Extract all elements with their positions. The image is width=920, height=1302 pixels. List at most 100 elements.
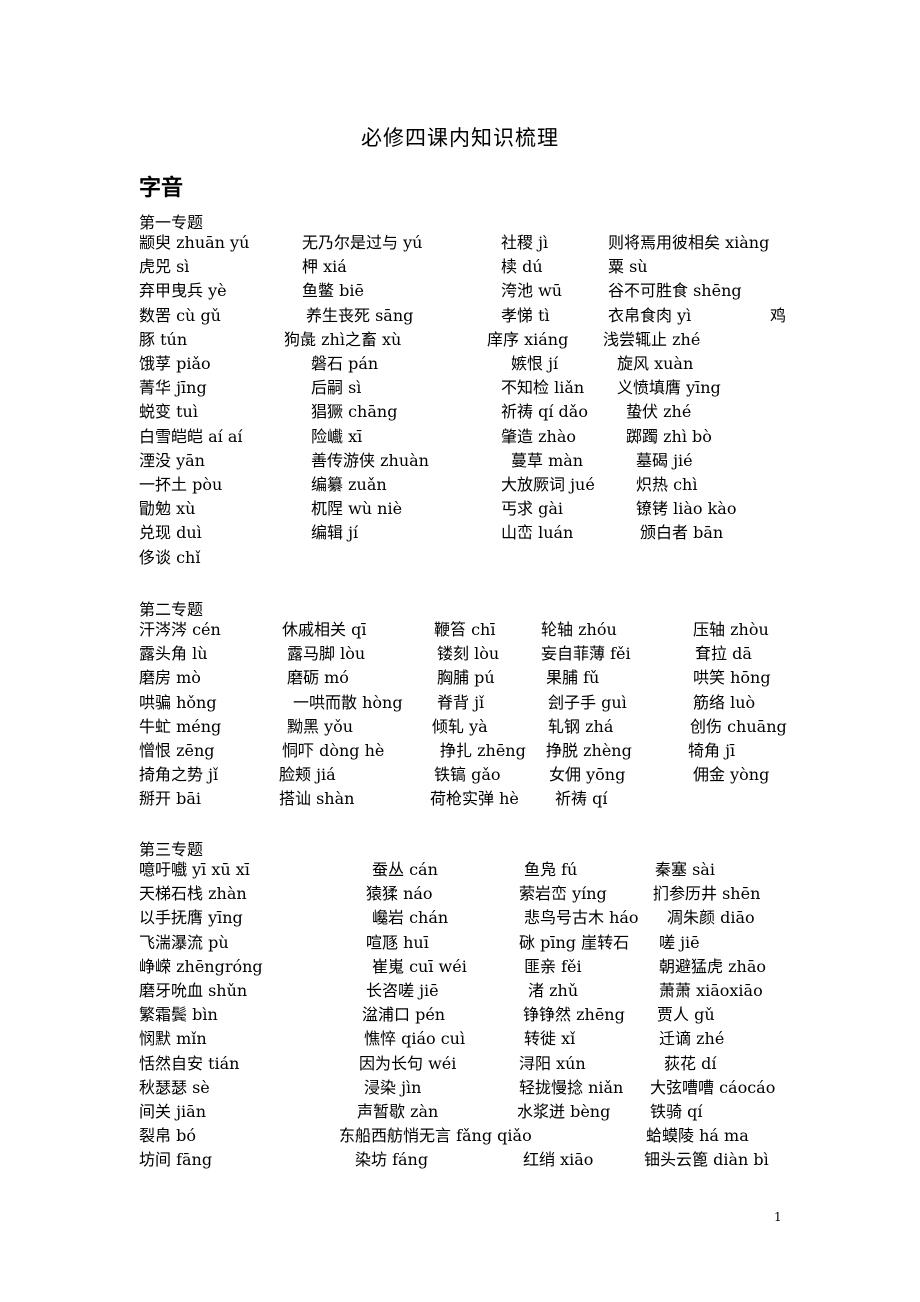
pronunciation-entry: 炽热 chì	[636, 475, 698, 494]
pronunciation-entry: 侈谈 chǐ	[139, 547, 201, 567]
topic-title: 第一专题	[139, 213, 204, 232]
pronunciation-entry: 声暂歇 zàn	[357, 1102, 439, 1121]
vocab-row: 蜕变 tuì 猖獗 chāng 祈祷 qí dǎo 蛰伏 zhé	[0, 400, 920, 424]
vocab-row: 汗涔涔 cén 休戚相关 qī 鞭笞 chī 轮轴 zhóu 压轴 zhòu	[0, 618, 920, 642]
vocab-row: 颛臾 zhuān yú 无乃尔是过与 yú 社稷 jì 则将焉用彼相矣 xiàng	[0, 231, 920, 255]
pronunciation-entry: 一抔土 pòu	[139, 475, 223, 494]
pronunciation-entry: 祈祷 qí dǎo	[501, 402, 588, 422]
pronunciation-entry: 浔阳 xún	[519, 1053, 586, 1073]
pronunciation-entry: 荷枪实弹 hè	[430, 789, 519, 809]
pronunciation-entry: 间关 jiān	[139, 1102, 207, 1121]
vocab-row: 飞湍瀑流 pù 喧豗 huī 砯 pīng 崖转石 嗟 jiē	[0, 931, 920, 955]
vocab-row: 掎角之势 jǐ 脸颊 jiá 铁镐 gǎo 女佣 yōng 佣金 yòng	[0, 763, 920, 787]
pronunciation-entry: 铁镐 gǎo	[434, 765, 501, 785]
pronunciation-entry: 椟 dú	[501, 257, 543, 277]
pronunciation-entry: 粟 sù	[608, 257, 648, 277]
pronunciation-entry: 悯默 mǐn	[139, 1029, 207, 1049]
pronunciation-entry: 迁谪 zhé	[659, 1029, 725, 1049]
vocab-row: 弃甲曳兵 yè 鱼鳖 biē 洿池 wū 谷不可胜食 shēng	[0, 279, 920, 303]
page-number: 1	[774, 1210, 782, 1224]
pronunciation-entry: 轻拢慢捻 niǎn	[519, 1077, 624, 1097]
pronunciation-entry: 耷拉 dā	[695, 644, 752, 664]
pronunciation-entry: 转徙 xǐ	[524, 1029, 576, 1049]
pronunciation-entry: 柙 xiá	[302, 257, 347, 277]
pronunciation-entry: 轮轴 zhóu	[541, 620, 617, 639]
vocab-row: 湮没 yān 善传游侠 zhuàn 蔓草 màn 墓碣 jié	[0, 449, 920, 473]
vocab-row: 掰开 bāi 搭讪 shàn 荷枪实弹 hè 祈祷 qí	[0, 787, 920, 811]
pronunciation-entry: 鱼凫 fú	[524, 860, 578, 879]
pronunciation-entry: 肇造 zhào	[501, 426, 576, 446]
pronunciation-entry: 旋风 xuàn	[617, 354, 694, 373]
topic-title: 第三专题	[139, 840, 204, 859]
pronunciation-entry: 牛虻 méng	[139, 716, 222, 736]
vocab-row: 以手抚膺 yīng 巉岩 chán 悲鸟号古木 háo 凋朱颜 diāo	[0, 906, 920, 930]
pronunciation-entry: 因为长句 wéi	[359, 1053, 457, 1073]
pronunciation-entry: 善传游侠 zhuàn	[311, 450, 429, 470]
vocab-row: 牛虻 méng 黝黑 yǒu 倾轧 yà 轧钢 zhá 创伤 chuāng	[0, 715, 920, 739]
pronunciation-entry: 凋朱颜 diāo	[667, 908, 755, 928]
pronunciation-entry: 湓浦口 pén	[362, 1005, 446, 1025]
pronunciation-entry: 猖獗 chāng	[311, 402, 398, 422]
pronunciation-entry: 犄角 jī	[688, 741, 736, 760]
pronunciation-entry: 鱼鳖 biē	[302, 281, 364, 301]
pronunciation-entry: 贾人 gǔ	[657, 1005, 715, 1025]
pronunciation-entry: 搭讪 shàn	[279, 789, 355, 809]
pronunciation-entry: 磨牙吮血 shǔn	[139, 981, 248, 1000]
pronunciation-entry: 掰开 bāi	[139, 789, 201, 809]
pronunciation-entry: 裂帛 bó	[139, 1126, 196, 1146]
vocab-row: 磨牙吮血 shǔn 长咨嗟 jiē 渚 zhǔ 萧萧 xiāoxiāo	[0, 979, 920, 1003]
pronunciation-entry: 汗涔涔 cén	[139, 620, 221, 639]
pronunciation-entry: 嗟 jiē	[659, 932, 700, 952]
pronunciation-entry: 义愤填膺 yīng	[617, 378, 721, 398]
pronunciation-entry: 镣铐 liào kào	[636, 499, 737, 519]
pronunciation-entry: 掎角之势 jǐ	[139, 765, 219, 785]
pronunciation-entry: 钿头云篦 diàn bì	[644, 1150, 769, 1170]
pronunciation-entry: 蜕变 tuì	[139, 402, 198, 422]
pronunciation-entry: 坊间 fāng	[139, 1150, 213, 1170]
pronunciation-entry: 谷不可胜食 shēng	[608, 281, 742, 301]
vocab-row: 裂帛 bó 东船西舫悄无言 fǎng qiǎo 蛤蟆陵 há ma	[0, 1124, 920, 1148]
pronunciation-entry: 匪亲 fěi	[524, 956, 582, 976]
pronunciation-entry: 磨房 mò	[139, 668, 201, 688]
pronunciation-entry: 憔悴 qiáo cuì	[364, 1029, 466, 1049]
pronunciation-entry: 砯 pīng 崖转石	[519, 932, 630, 952]
pronunciation-entry: 则将焉用彼相矣 xiàng	[608, 233, 770, 252]
pronunciation-entry: 水浆迸 bèng	[517, 1102, 611, 1121]
vocab-row: 兑现 duì 编辑 jí 山峦 luán 颁白者 bān	[0, 521, 920, 545]
pronunciation-entry: 蛰伏 zhé	[626, 402, 692, 422]
pronunciation-entry: 蚕丛 cán	[372, 860, 438, 879]
page-title: 必修四课内知识梳理	[361, 126, 559, 150]
pronunciation-entry: 庠序 xiáng	[487, 329, 569, 349]
pronunciation-entry: 萦岩峦 yíng	[519, 884, 607, 904]
pronunciation-entry: 孝悌 tì	[501, 305, 550, 325]
pronunciation-entry: 噫吁嚱 yī xū xī	[139, 860, 250, 879]
pronunciation-entry: 休戚相关 qī	[282, 620, 367, 639]
pronunciation-entry: 妄自菲薄 fěi	[541, 644, 631, 664]
pronunciation-entry: 挣脱 zhèng	[546, 741, 632, 760]
vocab-row: 峥嵘 zhēngróng 崔嵬 cuī wéi 匪亲 fěi 朝避猛虎 zhāo	[0, 955, 920, 979]
pronunciation-entry: 白雪皑皑 aí aí	[139, 426, 243, 446]
pronunciation-entry: 狗彘 zhì之畜 xù	[284, 329, 402, 349]
section-title: 字音	[139, 176, 184, 201]
pronunciation-entry: 峥嵘 zhēngróng	[139, 956, 263, 976]
vocab-row: 磨房 mò 磨砺 mó 胸脯 pú 果脯 fǔ 哄笑 hōng	[0, 666, 920, 690]
pronunciation-entry: 喧豗 huī	[366, 932, 429, 952]
vocab-row: 憎恨 zēng 恫吓 dòng hè 挣扎 zhēng 挣脱 zhèng 犄角 jī	[0, 739, 920, 763]
pronunciation-entry: 磐石 pán	[311, 354, 379, 373]
vocab-row: 侈谈 chǐ	[0, 546, 920, 570]
vocab-row: 哄骗 hǒng 一哄而散 hòng 脊背 jǐ 刽子手 guì 筋络 luò	[0, 691, 920, 715]
pronunciation-entry: 脸颊 jiá	[279, 765, 336, 785]
pronunciation-entry: 哄骗 hǒng	[139, 692, 217, 712]
vocab-row: 天梯石栈 zhàn 猿猱 náo 萦岩峦 yíng 扪参历井 shēn	[0, 882, 920, 906]
pronunciation-entry: 衣帛食肉 yì	[608, 305, 692, 325]
topic-title: 第二专题	[139, 600, 204, 619]
pronunciation-entry: 饿莩 piǎo	[139, 354, 211, 373]
pronunciation-entry: 秦塞 sài	[655, 860, 715, 879]
pronunciation-entry: 染坊 fáng	[355, 1150, 429, 1170]
pronunciation-entry: 长咨嗟 jiē	[366, 981, 439, 1000]
pronunciation-entry: 浸染 jìn	[364, 1077, 422, 1097]
pronunciation-entry: 红绡 xiāo	[523, 1150, 594, 1170]
pronunciation-entry: 弃甲曳兵 yè	[139, 281, 227, 301]
pronunciation-entry: 渚 zhǔ	[528, 981, 579, 1000]
vocab-row: 间关 jiān 声暂歇 zàn 水浆迸 bèng 铁骑 qí	[0, 1100, 920, 1124]
